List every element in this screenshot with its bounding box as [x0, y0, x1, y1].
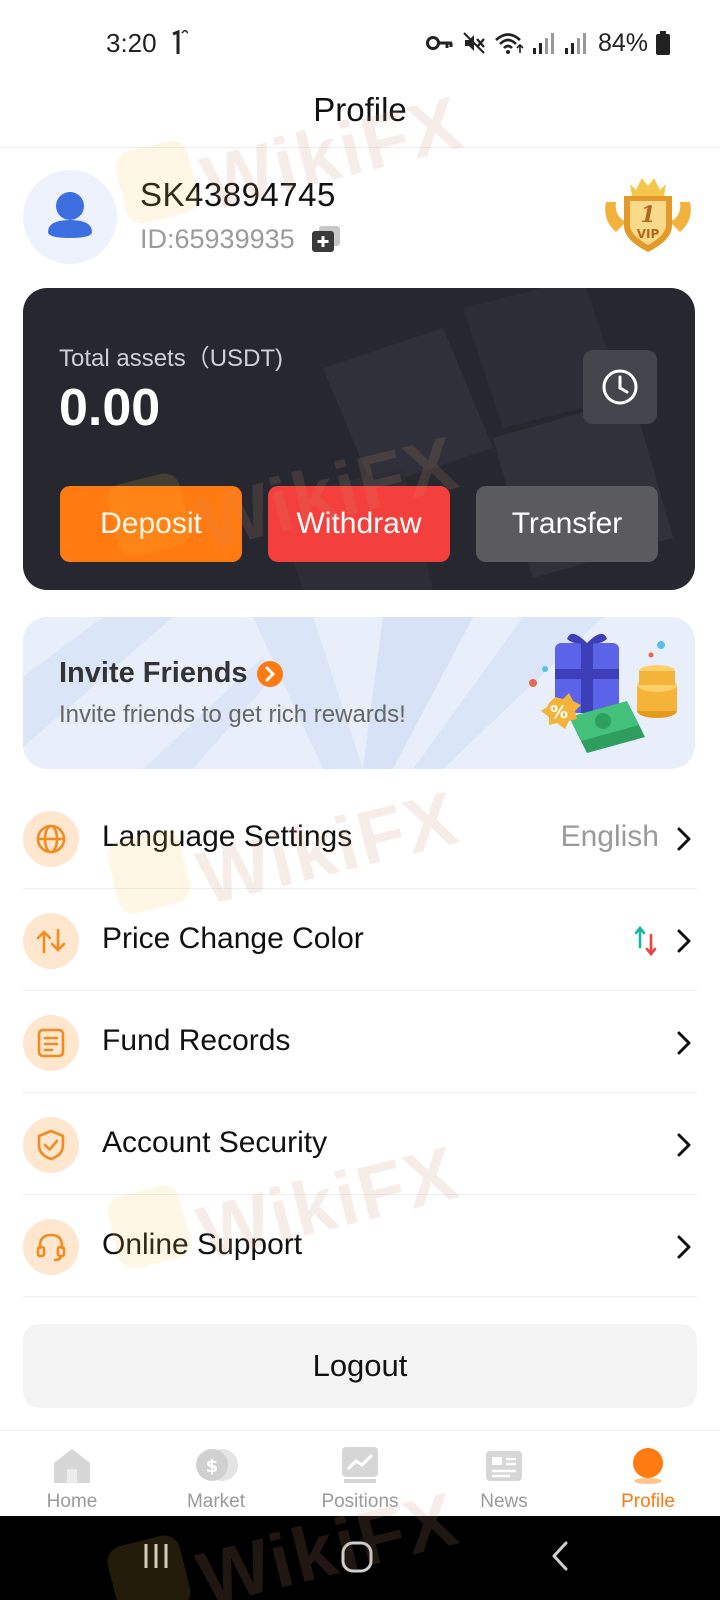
nav-item-news[interactable]: News [432, 1431, 576, 1517]
total-assets-label: Total assets（USDT) [59, 345, 284, 372]
history-button[interactable] [583, 350, 657, 424]
nav-item-positions[interactable]: Positions [288, 1431, 432, 1517]
back-icon[interactable] [548, 1540, 572, 1572]
nav-label: Positions [321, 1491, 399, 1512]
nav-item-profile[interactable]: Profile [576, 1431, 720, 1517]
status-icons: 84% [425, 27, 670, 59]
chevron-right-icon [677, 929, 691, 953]
language-value: English [560, 820, 659, 853]
user-icon [48, 192, 92, 238]
headset-icon [23, 1219, 79, 1275]
gift-illustration: % [529, 633, 677, 753]
shield-check-icon [23, 1117, 79, 1173]
arrow-right-icon [257, 661, 283, 687]
battery-percentage: 84% [597, 28, 648, 57]
upload-notification-icon [172, 30, 188, 54]
menu-item-label: Account Security [102, 1126, 328, 1159]
menu-item-price-change-color[interactable]: Price Change Color [23, 889, 697, 991]
logout-button[interactable]: Logout [23, 1324, 697, 1408]
chevron-right-icon [677, 1133, 691, 1157]
status-time: 3:20 [106, 28, 157, 58]
status-bar: 3:20 84% [0, 0, 720, 88]
battery-icon [656, 31, 670, 55]
withdraw-button[interactable]: Withdraw [268, 486, 450, 562]
nav-label: Market [186, 1491, 246, 1512]
chevron-right-icon [677, 1235, 691, 1259]
vip-text: VIP [637, 227, 660, 241]
wifi-icon [495, 33, 524, 54]
vip-badge-icon[interactable]: 1 VIP [600, 172, 696, 256]
recent-apps-icon[interactable] [140, 1540, 172, 1572]
nav-label: News [480, 1491, 528, 1512]
invite-friends-banner[interactable]: Invite Friends Invite friends to get ric… [23, 617, 695, 769]
dollar-coin-icon: $ [196, 1449, 238, 1481]
nav-label: Profile [621, 1491, 675, 1512]
system-navigation-bar [0, 1516, 720, 1600]
avatar[interactable] [23, 170, 117, 264]
svg-text:$: $ [206, 1456, 219, 1477]
menu-item-label: Online Support [102, 1228, 303, 1261]
menu-item-language-settings[interactable]: Language Settings English [23, 787, 697, 889]
mute-icon [463, 32, 485, 54]
copy-icon[interactable] [310, 224, 342, 254]
nav-item-market[interactable]: $ Market [144, 1431, 288, 1517]
vip-level: 1 [640, 202, 655, 228]
menu-item-fund-records[interactable]: Fund Records [23, 991, 697, 1093]
header: Profile [0, 88, 720, 148]
bottom-navigation: Home $ Market Positions News Profile [0, 1430, 720, 1516]
invite-subtitle: Invite friends to get rich rewards! [59, 701, 406, 728]
menu-item-label: Price Change Color [102, 922, 364, 955]
globe-icon [23, 811, 79, 867]
menu-item-account-security[interactable]: Account Security [23, 1093, 697, 1195]
username: SK43894745 [140, 176, 336, 213]
nav-item-home[interactable]: Home [0, 1431, 144, 1517]
clock-icon [602, 369, 638, 405]
home-button-icon[interactable] [340, 1540, 374, 1574]
newspaper-icon [486, 1451, 522, 1481]
nav-label: Home [46, 1491, 98, 1512]
menu-item-label: Fund Records [102, 1024, 291, 1057]
home-icon [54, 1449, 90, 1483]
swap-arrows-icon [23, 913, 79, 969]
price-up-down-icon [634, 925, 657, 957]
assets-card: Total assets（USDT) 0.00 Deposit Withdraw… [23, 288, 695, 590]
transfer-button[interactable]: Transfer [476, 486, 658, 562]
signal-icon [564, 33, 586, 54]
discount-badge-symbol: % [550, 702, 568, 723]
menu-item-online-support[interactable]: Online Support [23, 1195, 697, 1297]
total-assets-value: 0.00 [59, 379, 161, 437]
chevron-right-icon [677, 1031, 691, 1055]
deposit-button[interactable]: Deposit [60, 486, 242, 562]
invite-title: Invite Friends [59, 657, 248, 689]
user-id: ID:65939935 [140, 224, 295, 254]
signal-icon [532, 33, 554, 54]
chart-icon [342, 1447, 378, 1483]
key-icon [425, 36, 453, 50]
chevron-right-icon [677, 827, 691, 851]
document-icon [23, 1015, 79, 1071]
profile-icon [633, 1448, 663, 1484]
menu-item-label: Language Settings [102, 820, 353, 853]
page-title: Profile [313, 91, 407, 128]
